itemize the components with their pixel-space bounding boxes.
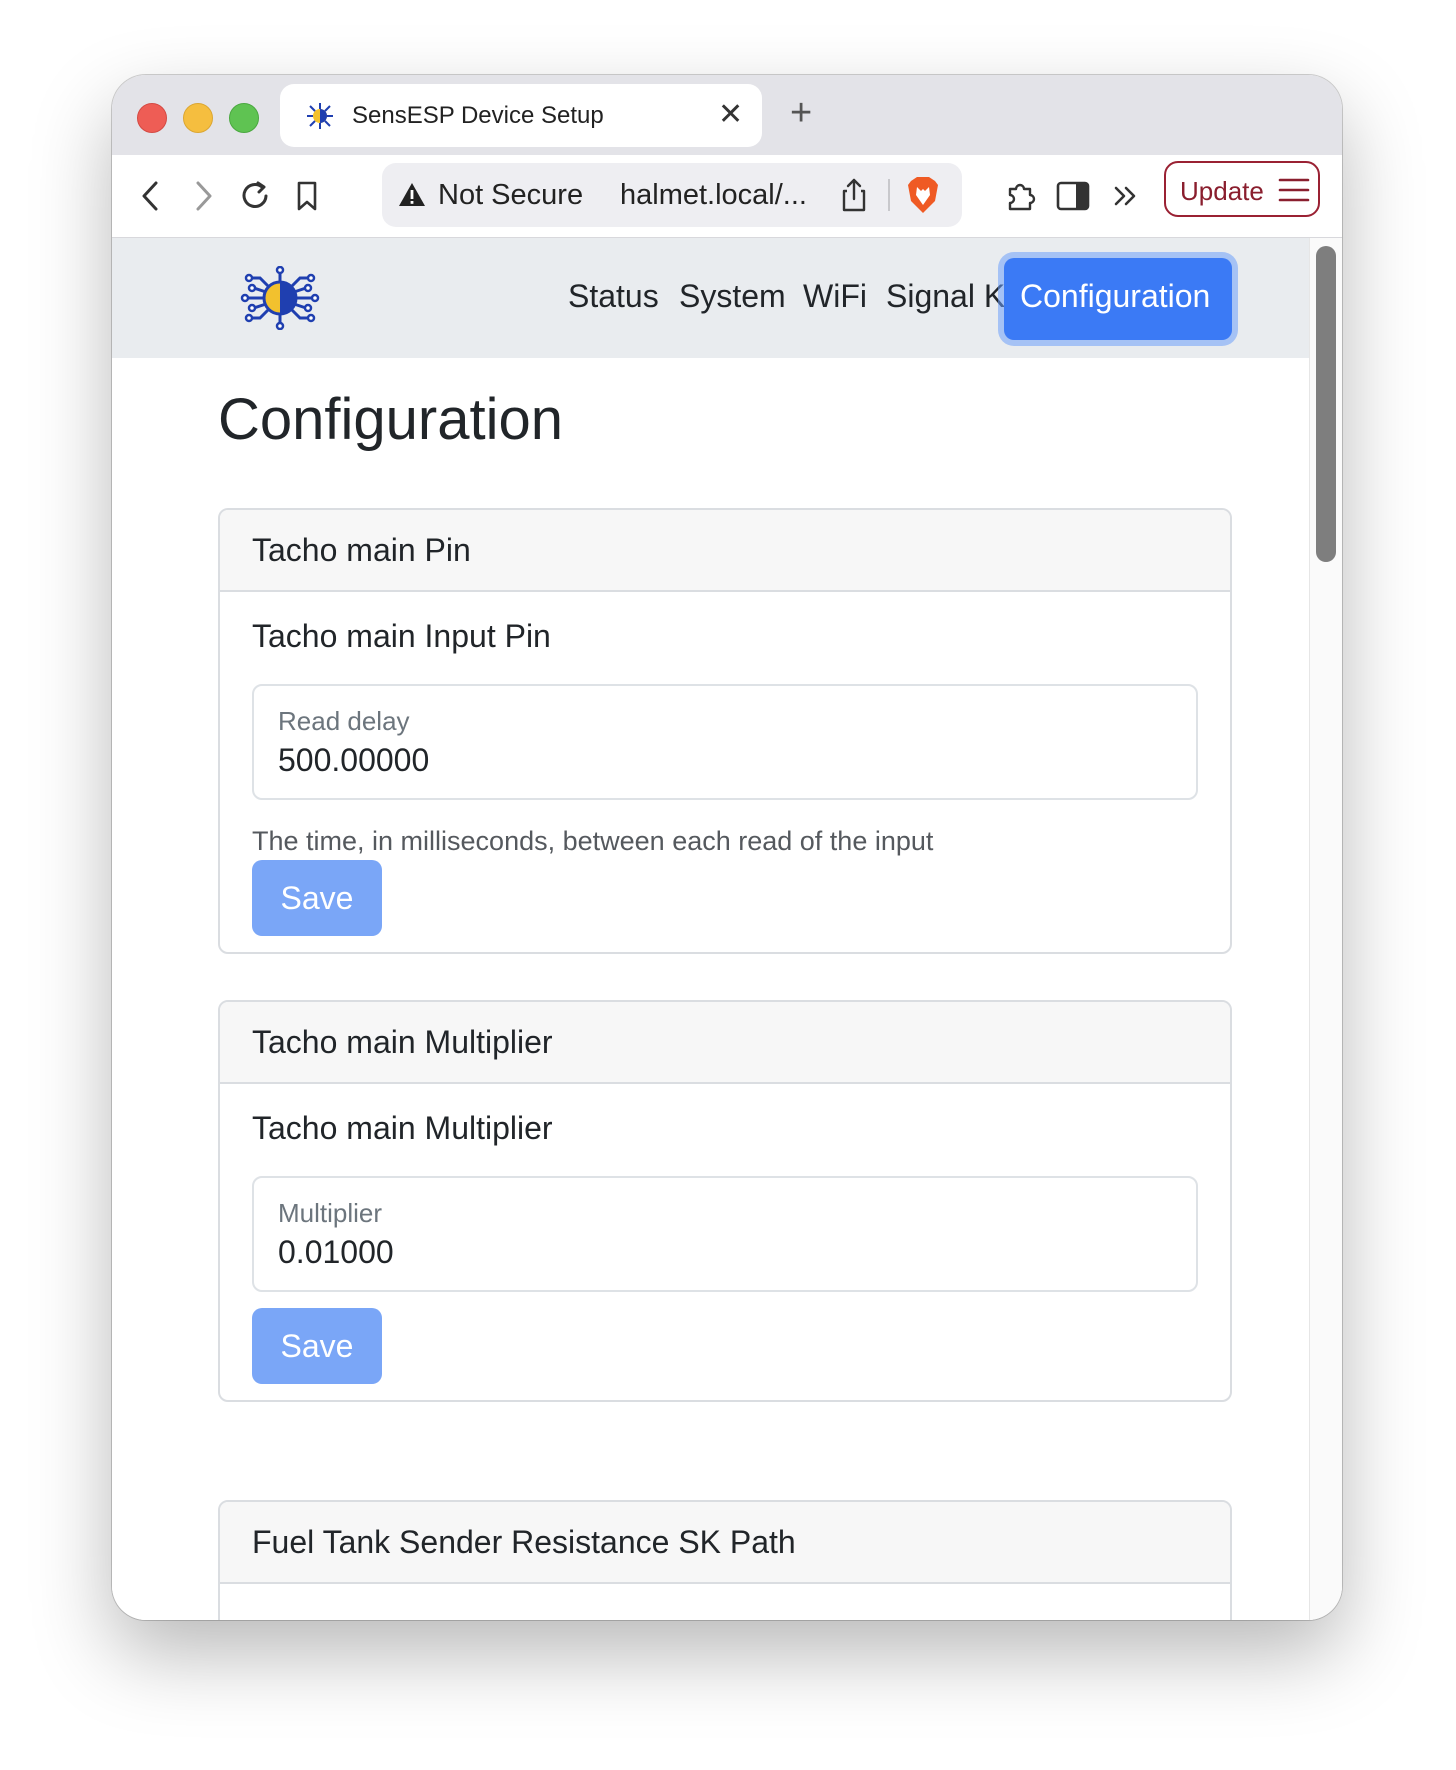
address-bar[interactable]: Not Secure halmet.local/... — [382, 163, 962, 227]
multiplier-field[interactable]: Multiplier 0.01000 — [252, 1176, 1198, 1292]
chevron-left-icon — [142, 181, 158, 211]
scrollbar[interactable] — [1309, 238, 1342, 1620]
read-delay-label: Read delay — [278, 706, 410, 736]
more-tools-button[interactable] — [1108, 177, 1146, 215]
zoom-window-button[interactable] — [229, 103, 259, 133]
card-header: Tacho main Multiplier — [220, 1002, 1230, 1084]
scrollbar-thumb[interactable] — [1316, 246, 1336, 562]
back-button[interactable] — [132, 177, 170, 215]
multiplier-value[interactable]: 0.01000 — [278, 1234, 394, 1271]
page-viewport[interactable]: Status System WiFi Signal K Configuratio… — [112, 238, 1342, 1620]
multiplier-label: Multiplier — [278, 1198, 383, 1228]
card-subtitle: Tacho main Input Pin — [252, 618, 551, 654]
reload-button[interactable] — [236, 177, 274, 215]
nav-system-link[interactable]: System — [679, 278, 786, 315]
card-header: Fuel Tank Sender Resistance SK Path — [220, 1502, 1230, 1584]
browser-toolbar: Not Secure halmet.local/... Update — [112, 155, 1342, 238]
page-title: Configuration — [218, 387, 563, 452]
update-button[interactable]: Update — [1164, 161, 1320, 217]
extensions-button[interactable] — [1002, 177, 1040, 215]
warning-triangle-icon — [398, 181, 426, 209]
card-header-title: Tacho main Pin — [252, 532, 471, 568]
card-header: Tacho main Pin — [220, 510, 1230, 592]
bookmark-icon — [297, 181, 317, 211]
read-delay-help-text: The time, in milliseconds, between each … — [252, 826, 934, 856]
browser-tab[interactable]: SensESP Device Setup ✕ — [280, 84, 762, 147]
bookmark-button[interactable] — [288, 177, 326, 215]
new-tab-button[interactable]: + — [790, 93, 812, 133]
save-button-label: Save — [280, 880, 354, 916]
sensesp-favicon-icon — [304, 100, 336, 132]
site-navbar: Status System WiFi Signal K Configuratio… — [112, 238, 1310, 358]
security-indicator[interactable]: Not Secure — [438, 179, 583, 212]
card-subtitle: Tacho main Multiplier — [252, 1110, 553, 1146]
url-text[interactable]: halmet.local/... — [620, 179, 807, 212]
tab-close-icon[interactable]: ✕ — [718, 98, 743, 132]
card-header-title: Fuel Tank Sender Resistance SK Path — [252, 1524, 796, 1560]
double-chevron-icon — [1114, 186, 1136, 206]
read-delay-value[interactable]: 500.00000 — [278, 742, 429, 779]
hamburger-menu-icon — [1278, 177, 1310, 203]
config-card-fuel-tank: Fuel Tank Sender Resistance SK Path — [218, 1500, 1232, 1620]
close-window-button[interactable] — [137, 103, 167, 133]
save-button[interactable]: Save — [252, 860, 382, 936]
save-button[interactable]: Save — [252, 1308, 382, 1384]
tab-title: SensESP Device Setup — [352, 102, 604, 129]
tab-strip: SensESP Device Setup ✕ + — [112, 75, 1342, 155]
nav-wifi-link[interactable]: WiFi — [803, 278, 867, 315]
reload-icon — [242, 181, 268, 208]
sidebar-icon — [1056, 181, 1090, 211]
forward-button[interactable] — [184, 177, 222, 215]
save-button-label: Save — [280, 1328, 354, 1364]
browser-window: SensESP Device Setup ✕ + Not Secure halm… — [112, 75, 1342, 1620]
config-card-tacho-multiplier: Tacho main Multiplier Tacho main Multipl… — [218, 1000, 1232, 1402]
nav-configuration-link[interactable]: Configuration — [1004, 258, 1232, 340]
sidebar-button[interactable] — [1054, 177, 1092, 215]
brave-shield-icon[interactable] — [904, 175, 942, 215]
read-delay-field[interactable]: Read delay 500.00000 — [252, 684, 1198, 800]
share-icon[interactable] — [838, 177, 870, 213]
sensesp-logo-icon[interactable] — [240, 265, 320, 331]
minimize-window-button[interactable] — [183, 103, 213, 133]
puzzle-piece-icon — [1008, 183, 1036, 211]
nav-configuration-label: Configuration — [1020, 278, 1211, 314]
chevron-right-icon — [196, 181, 212, 211]
nav-signalk-link[interactable]: Signal K — [886, 278, 1005, 315]
config-card-tacho-pin: Tacho main Pin Tacho main Input Pin Read… — [218, 508, 1232, 954]
card-header-title: Tacho main Multiplier — [252, 1024, 553, 1060]
nav-status-link[interactable]: Status — [568, 278, 659, 315]
update-label: Update — [1180, 176, 1264, 206]
address-divider — [888, 179, 890, 211]
